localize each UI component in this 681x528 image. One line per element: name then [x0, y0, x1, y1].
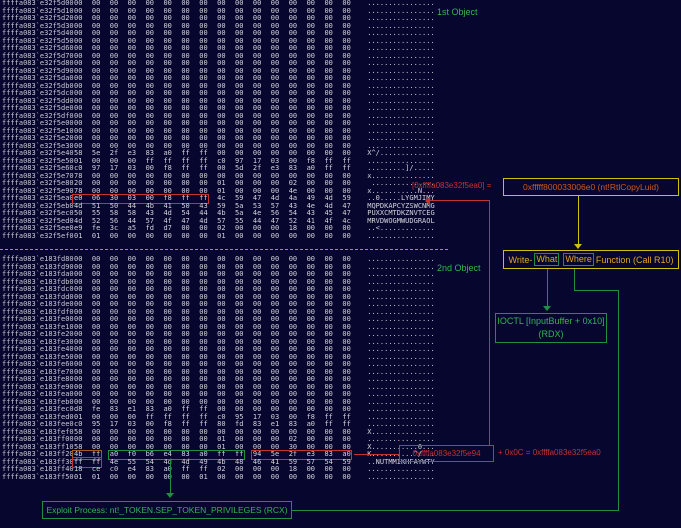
copyluid-value-box: 0xfffff800033006e0 (nt!RtlCopyLuid): [503, 178, 679, 196]
www-where-text: Where: [563, 253, 594, 266]
kernel-memory-dump-view: ffffa083`e32f5d0000000000000000000000000…: [0, 0, 681, 528]
red-connector-vertical: [489, 200, 490, 446]
yellow-arrowhead-down: [574, 244, 582, 249]
yellow-connector-vertical: [578, 196, 579, 244]
exploit-process-box: Exploit Process: nt!_TOKEN.SEP_TOKEN_PRI…: [42, 501, 292, 519]
www-what-text: What: [534, 253, 559, 266]
offset-equation-text: + 0x0C = 0xffffa083e32f5ea0: [498, 448, 601, 457]
hex-row: ffffa083`e183ff5001010000000000010000000…: [2, 474, 435, 482]
www-prefix-text: Write-: [509, 255, 533, 265]
first-object-label: 1st Object: [437, 7, 478, 17]
ioctl-line2: (RDX): [539, 328, 564, 341]
www-suffix-text: Function (Call R10): [596, 255, 674, 265]
red-connector-top: [430, 200, 490, 201]
green-bottom-connector: [292, 510, 619, 511]
green-what-connector: [547, 269, 548, 306]
block-separator: [0, 249, 448, 250]
copyluid-value-text: 0xfffff800033006e0 (nt!RtlCopyLuid): [523, 182, 659, 192]
red-connector-bottom: [354, 454, 400, 455]
offset-address-box: 0xffffa083e32f5e94: [399, 445, 494, 462]
green-arrowhead-ioctl: [543, 306, 551, 311]
hex-row: ffffa083`e32f5ef001010000000000000100000…: [2, 233, 435, 241]
green-bytes-connector: [170, 459, 171, 494]
green-arrowhead-exploit: [166, 493, 174, 498]
green-where-connector-v: [574, 269, 575, 291]
second-object-label: 2nd Object: [437, 263, 481, 273]
hex-dump-first-object: ffffa083`e32f5d0000000000000000000000000…: [2, 0, 435, 240]
ioctl-box: IOCTL [InputBuffer + 0x10] (RDX): [495, 313, 607, 343]
write-what-where-box: Write-What WhereFunction (Call R10): [503, 250, 679, 269]
hex-dump-second-object: ffffa083`e183fd8000000000000000000000000…: [2, 256, 435, 481]
copyluid-equation-label: [0xffffa083e32f5ea0] =: [412, 181, 491, 190]
exploit-process-text: Exploit Process: nt!_TOKEN.SEP_TOKEN_PRI…: [46, 505, 287, 515]
offset-address-text: 0xffffa083e32f5e94: [412, 449, 480, 458]
ioctl-line1: IOCTL [InputBuffer + 0x10]: [497, 315, 604, 328]
green-where-connector-h: [574, 290, 619, 291]
red-arrowhead-left: [425, 197, 430, 205]
green-right-edge-connector: [618, 290, 619, 511]
